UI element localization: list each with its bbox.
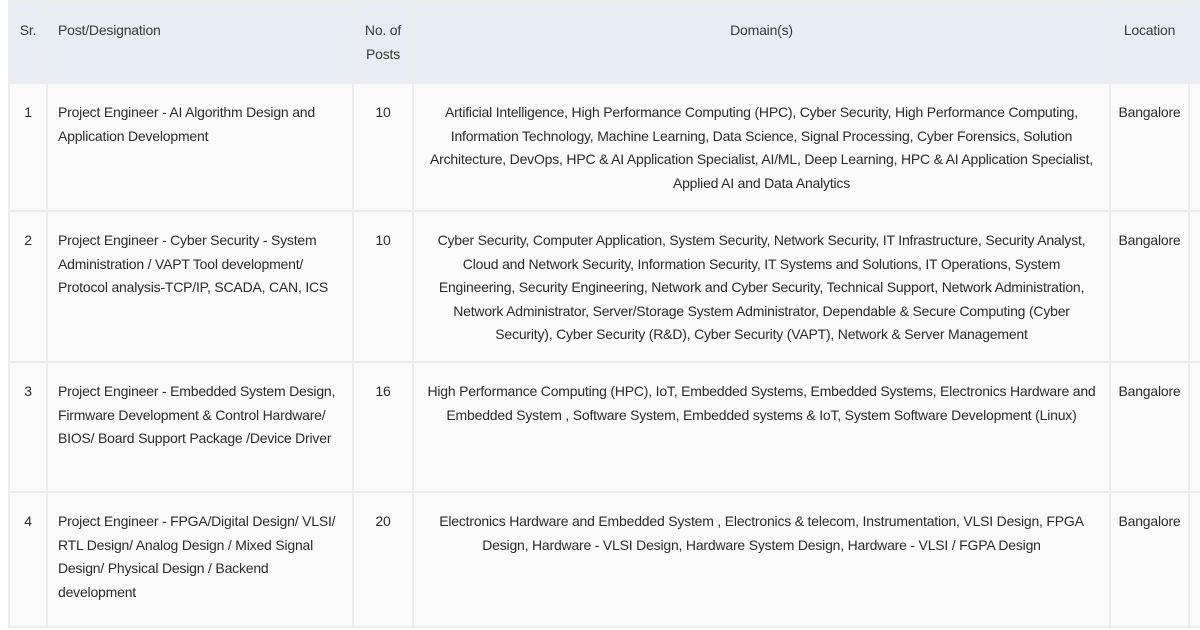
header-overflow-cell bbox=[1188, 0, 1200, 84]
cell-posts-count: 10 bbox=[352, 82, 414, 212]
cell-domains: Artificial Intelligence, High Performanc… bbox=[412, 82, 1111, 212]
cell-overflow bbox=[1188, 491, 1200, 628]
cell-overflow bbox=[1188, 210, 1200, 363]
cell-domains: Electronics Hardware and Embedded System… bbox=[412, 491, 1111, 628]
cell-sr: 2 bbox=[8, 210, 48, 363]
cell-sr: 1 bbox=[8, 82, 48, 212]
cell-overflow bbox=[1188, 361, 1200, 493]
cell-location: Bangalore bbox=[1109, 82, 1190, 212]
cell-domains: High Performance Computing (HPC), IoT, E… bbox=[412, 361, 1111, 493]
header-sr: Sr. bbox=[8, 0, 48, 84]
header-no-of-posts: No. of Posts bbox=[352, 0, 414, 84]
cell-sr: 3 bbox=[8, 361, 48, 493]
table-row: 2 Project Engineer - Cyber Security - Sy… bbox=[8, 210, 1200, 363]
cell-overflow bbox=[1188, 82, 1200, 212]
header-domains: Domain(s) bbox=[412, 0, 1111, 84]
cell-location: Bangalore bbox=[1109, 210, 1190, 363]
cell-domains: Cyber Security, Computer Application, Sy… bbox=[412, 210, 1111, 363]
cell-posts-count: 16 bbox=[352, 361, 414, 493]
recruitment-table-container: Sr. Post/Designation No. of Posts Domain… bbox=[8, 0, 1200, 628]
cell-sr: 4 bbox=[8, 491, 48, 628]
cell-posts-count: 20 bbox=[352, 491, 414, 628]
cell-location: Bangalore bbox=[1109, 491, 1190, 628]
table-row: 4 Project Engineer - FPGA/Digital Design… bbox=[8, 491, 1200, 628]
table-header-row: Sr. Post/Designation No. of Posts Domain… bbox=[8, 0, 1200, 84]
header-location: Location bbox=[1109, 0, 1190, 84]
header-post-designation: Post/Designation bbox=[46, 0, 354, 84]
cell-post: Project Engineer - AI Algorithm Design a… bbox=[46, 82, 354, 212]
cell-location: Bangalore bbox=[1109, 361, 1190, 493]
table-row: 1 Project Engineer - AI Algorithm Design… bbox=[8, 82, 1200, 212]
cell-posts-count: 10 bbox=[352, 210, 414, 363]
cell-post: Project Engineer - FPGA/Digital Design/ … bbox=[46, 491, 354, 628]
posts-table: Sr. Post/Designation No. of Posts Domain… bbox=[8, 0, 1200, 628]
cell-post: Project Engineer - Embedded System Desig… bbox=[46, 361, 354, 493]
cell-post: Project Engineer - Cyber Security - Syst… bbox=[46, 210, 354, 363]
table-row: 3 Project Engineer - Embedded System Des… bbox=[8, 361, 1200, 493]
